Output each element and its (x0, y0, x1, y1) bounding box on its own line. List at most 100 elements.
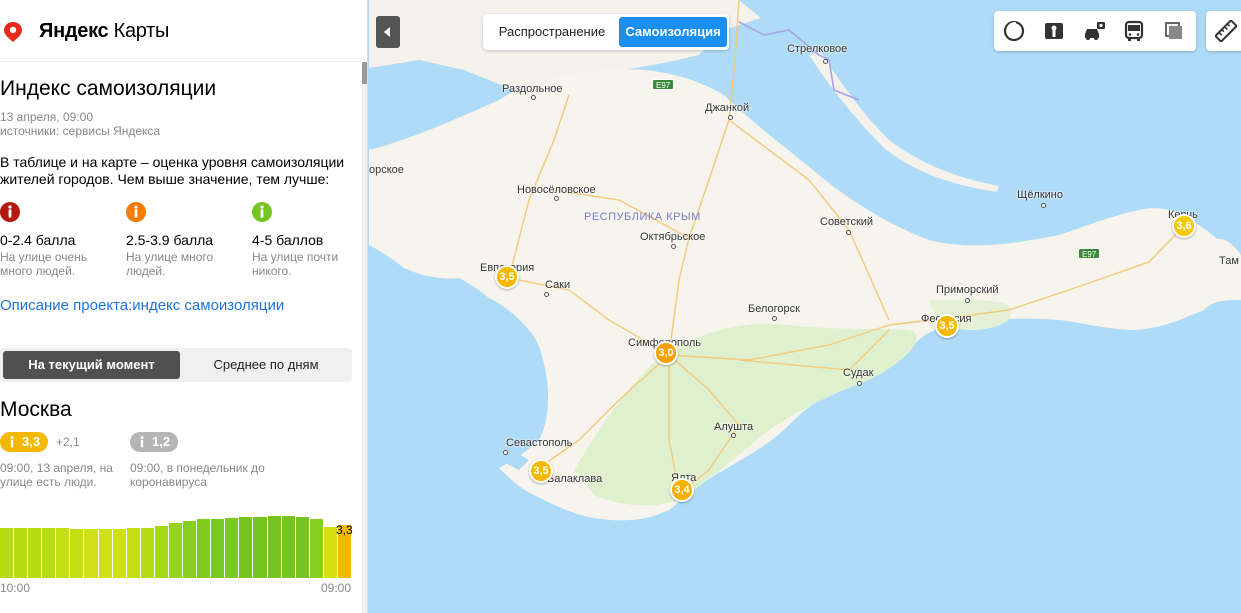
current-index-value: 3,3 (22, 434, 41, 449)
mode-spread-button[interactable]: Распространение (487, 17, 617, 47)
hourly-bar[interactable] (98, 529, 112, 578)
hourly-bar[interactable] (154, 526, 168, 578)
collapse-panel-button[interactable] (376, 16, 400, 48)
project-description-link[interactable]: Описание проекта:индекс самоизоляции (0, 297, 284, 314)
hourly-bar[interactable] (126, 528, 140, 578)
tab-daily-average[interactable]: Среднее по дням (182, 351, 350, 379)
mode-isolation-button[interactable]: Самоизоляция (619, 17, 727, 47)
hourly-bar[interactable] (295, 517, 309, 578)
hourly-bar[interactable] (267, 516, 281, 578)
hourly-bar[interactable] (0, 528, 14, 578)
legend-range: 0-2.4 балла (0, 232, 76, 248)
hourly-bar[interactable] (225, 518, 239, 578)
place-label[interactable]: Балаклава (547, 473, 602, 485)
hourly-bar[interactable] (70, 529, 84, 578)
traffic-car-icon[interactable] (1082, 19, 1106, 43)
hourly-bar[interactable] (197, 519, 211, 578)
legend-note: На улице много людей. (126, 250, 214, 278)
scroll-thumb[interactable] (362, 62, 367, 84)
hourly-bar[interactable] (140, 528, 154, 578)
place-label[interactable]: Советский (820, 216, 873, 228)
hourly-bar[interactable] (14, 528, 28, 578)
hourly-bar[interactable] (281, 516, 295, 578)
index-marker-simferopol[interactable]: 3,0 (654, 341, 678, 365)
hourly-bar[interactable] (211, 519, 225, 578)
hourly-bar[interactable] (183, 521, 197, 578)
legend-range: 4-5 баллов (252, 232, 324, 248)
place-label[interactable]: Алушта (714, 421, 753, 433)
chart-last-value-label: 3,3 (336, 523, 353, 537)
hourly-index-chart (0, 516, 352, 578)
panorama-icon[interactable] (1002, 19, 1026, 43)
person-icon (0, 202, 20, 222)
road-sign-e97: E97 (652, 79, 675, 90)
spit (809, 52, 999, 192)
hourly-bar[interactable] (28, 528, 42, 578)
place-dot (554, 196, 559, 201)
index-marker-kerch[interactable]: 3,6 (1172, 214, 1196, 238)
layers-icon[interactable] (1162, 19, 1186, 43)
city-name: Москва (0, 398, 72, 421)
map-canvas[interactable]: Распространение Самоизоляция РЕСПУБЛИКА … (369, 0, 1241, 613)
index-marker-evpatoria[interactable]: 3,5 (495, 265, 519, 289)
map-base (369, 0, 1241, 521)
street-view-icon[interactable] (1042, 19, 1066, 43)
place-label[interactable]: Приморский (936, 284, 999, 296)
baseline-index-badge: 1,2 (130, 432, 179, 452)
legend-item-orange: 2.5-3.9 балла На улице много людей. (126, 202, 248, 278)
baseline-index-value: 1,2 (152, 434, 171, 449)
hourly-bar[interactable] (253, 517, 267, 578)
place-dot (1041, 203, 1046, 208)
yandex-maps-logo-icon[interactable] (3, 21, 23, 43)
index-marker-yalta[interactable]: 3,4 (670, 478, 694, 502)
legend-range: 2.5-3.9 балла (126, 232, 214, 248)
sidebar: Яндекс Карты Индекс самоизоляции 13 апре… (0, 0, 368, 613)
sidebar-scrollbar[interactable] (362, 62, 367, 613)
place-label[interactable]: Джанкой (705, 102, 749, 114)
current-index-note: 09:00, 13 апреля, на улице есть люди. (0, 461, 113, 489)
logo-text[interactable]: Яндекс Карты (39, 20, 169, 43)
hourly-bar[interactable] (56, 528, 70, 578)
place-dot (823, 59, 828, 64)
person-icon (252, 202, 272, 222)
place-dot (671, 244, 676, 249)
place-label[interactable]: орское (369, 164, 404, 176)
place-dot (731, 433, 736, 438)
place-dot (965, 298, 970, 303)
hourly-bar[interactable] (239, 517, 253, 578)
hourly-bar[interactable] (323, 527, 337, 578)
tab-current[interactable]: На текущий момент (3, 351, 180, 379)
map-layers-toolbar (994, 11, 1196, 51)
place-label[interactable]: Новосёловское (517, 184, 596, 196)
place-label[interactable]: Белогорск (748, 303, 800, 315)
hourly-bar[interactable] (309, 519, 323, 578)
place-label[interactable]: Там (1219, 255, 1239, 267)
legend-item-green: 4-5 баллов На улице почти никого. (252, 202, 367, 278)
place-dot (846, 230, 851, 235)
person-icon (10, 436, 14, 448)
hourly-bar[interactable] (42, 528, 56, 578)
hourly-bar[interactable] (168, 523, 183, 578)
person-icon (140, 436, 144, 448)
baseline-index-note: 09:00, в понедельник до коронавируса (130, 461, 265, 489)
place-label[interactable]: Октябрьское (640, 231, 705, 243)
ruler-button[interactable] (1206, 11, 1241, 51)
place-label[interactable]: Стрелковое (787, 43, 847, 55)
place-label[interactable]: Севастополь (506, 437, 572, 449)
road-sign-e97: E97 (1078, 248, 1101, 259)
current-index-badge: 3,3 (0, 432, 49, 452)
place-label[interactable]: Раздольное (502, 83, 563, 95)
place-label[interactable]: Судак (843, 367, 873, 379)
transit-bus-icon[interactable] (1122, 19, 1146, 43)
place-dot (772, 316, 777, 321)
place-label[interactable]: Саки (545, 279, 570, 291)
hourly-bar[interactable] (84, 529, 98, 578)
legend-note: На улице почти никого. (252, 250, 339, 278)
place-dot (531, 95, 536, 100)
chevron-left-icon (384, 27, 390, 37)
index-marker-feodosia[interactable]: 3,5 (935, 314, 959, 338)
place-label[interactable]: Щёлкино (1017, 189, 1063, 201)
person-icon (126, 202, 146, 222)
index-marker-sevastopol[interactable]: 3,5 (529, 459, 553, 483)
hourly-bar[interactable] (112, 529, 126, 578)
